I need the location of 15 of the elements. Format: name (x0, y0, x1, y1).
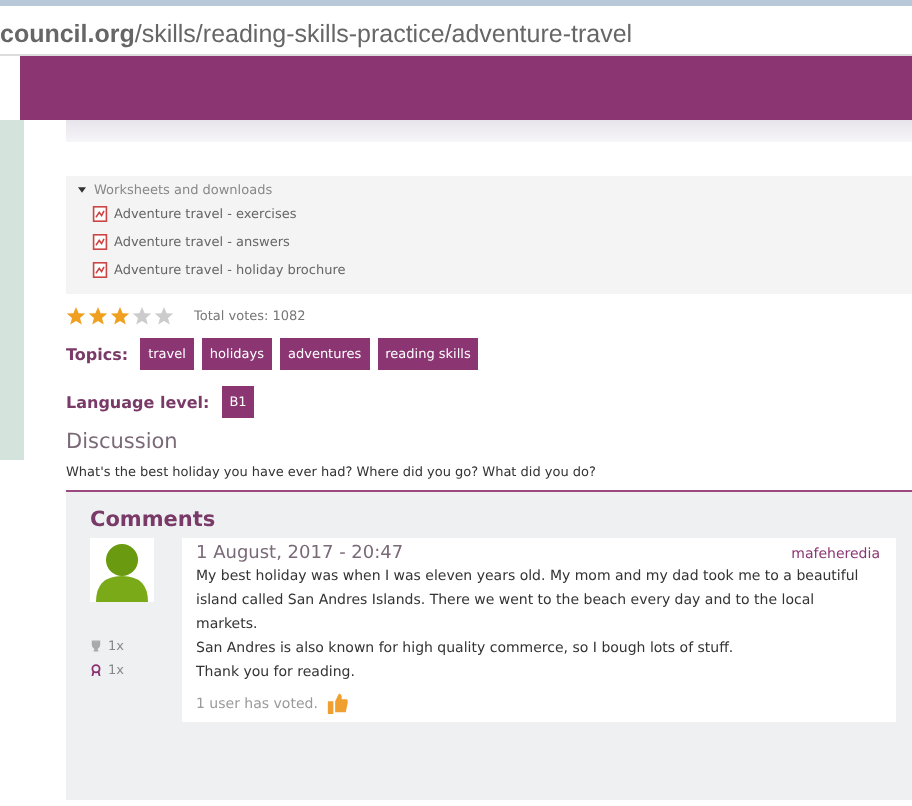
expand-icon[interactable] (78, 186, 86, 194)
language-level-label: Language level: (66, 393, 210, 411)
document-icon (92, 206, 108, 222)
thumbs-up-icon[interactable] (325, 692, 348, 714)
comment-date: 1 August, 2017 - 20:47 (196, 544, 404, 564)
discussion-heading: Discussion (66, 430, 180, 454)
medal-icon (90, 664, 102, 676)
topics-label: Topics: (66, 345, 129, 363)
comments-heading: Comments (90, 508, 218, 532)
avatar-icon (90, 538, 154, 602)
document-icon (92, 234, 108, 250)
document-icon (92, 262, 108, 278)
address-bar[interactable]: council.org/skills/reading-skills-practice/adventure-travel (0, 0, 912, 56)
star-rating[interactable] (66, 306, 174, 326)
trophy-icon (90, 640, 102, 652)
